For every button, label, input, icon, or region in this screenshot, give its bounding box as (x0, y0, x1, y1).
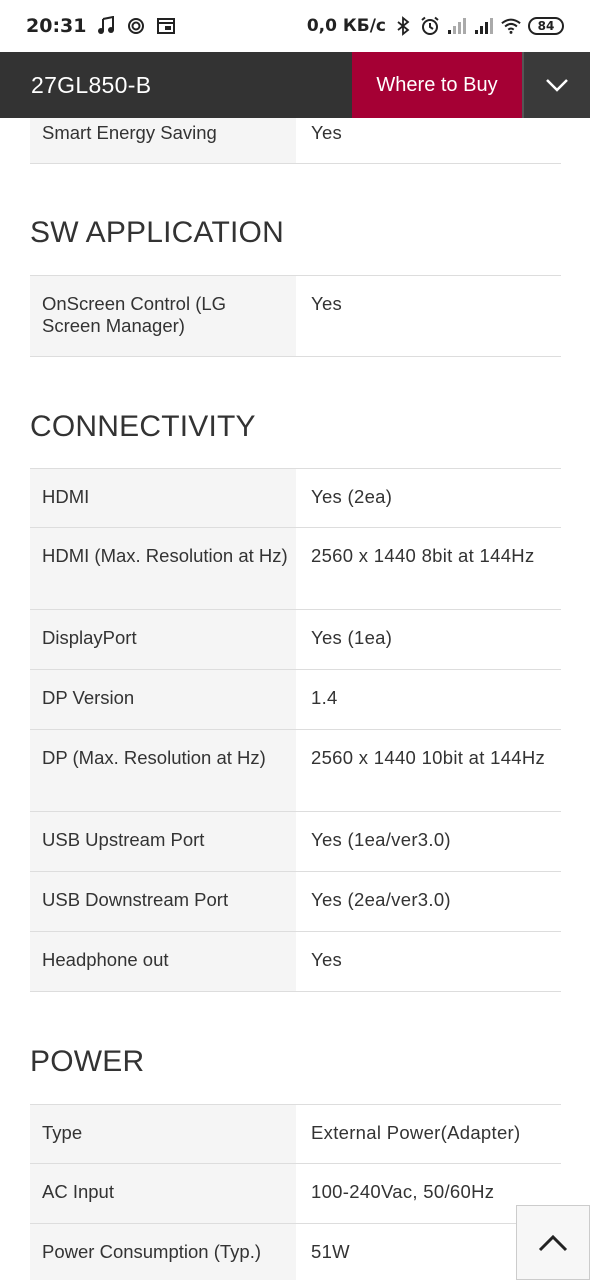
spec-content: Smart Energy Saving Yes SW APPLICATION O… (0, 118, 590, 1280)
spec-label: USB Downstream Port (30, 872, 296, 931)
expand-menu-button[interactable] (524, 52, 590, 118)
status-right: 0,0 КБ/с 84 (307, 16, 564, 36)
spec-label: Type (30, 1105, 296, 1163)
spec-label: DP (Max. Resolution at Hz) (30, 730, 296, 811)
notification-icon (157, 18, 176, 34)
table-row: DP (Max. Resolution at Hz) 2560 x 1440 1… (30, 730, 561, 812)
table-row: HDMI Yes (2ea) (30, 468, 561, 528)
spec-value: Yes (1ea/ver3.0) (311, 829, 451, 850)
spec-value: 2560 x 1440 10bit at 144Hz (311, 747, 546, 768)
net-speed: 0,0 КБ/с (306, 16, 386, 36)
spec-label: AC Input (30, 1164, 296, 1223)
spec-value: Yes (1ea) (311, 627, 393, 648)
table-row: Type External Power(Adapter) (30, 1104, 561, 1164)
product-header: 27GL850-B Where to Buy (0, 52, 590, 118)
table-row: HDMI (Max. Resolution at Hz) 2560 x 1440… (30, 528, 561, 610)
table-row: Headphone out Yes (30, 932, 561, 992)
section-title-connectivity: CONNECTIVITY (30, 410, 256, 443)
where-to-buy-button[interactable]: Where to Buy (352, 52, 522, 118)
status-time: 20:31 (26, 15, 87, 37)
table-row: OnScreen Control (LG Screen Manager) Yes (30, 275, 561, 357)
signal-icon (448, 18, 466, 34)
spec-value: Yes (2ea/ver3.0) (311, 889, 451, 910)
spec-value: Yes (311, 122, 343, 143)
music-icon (98, 16, 115, 34)
spec-table-connectivity: HDMI Yes (2ea) HDMI (Max. Resolution at … (30, 468, 561, 992)
wifi-icon (501, 18, 521, 34)
battery-icon: 84 (528, 17, 564, 35)
spec-label: Smart Energy Saving (30, 118, 296, 163)
spec-label: HDMI (30, 469, 296, 527)
chevron-up-icon (538, 1234, 568, 1251)
section-title-power: POWER (30, 1045, 145, 1078)
table-row: Power Consumption (Typ.) 51W (30, 1224, 561, 1280)
spec-label: DisplayPort (30, 610, 296, 669)
spec-table-power: Type External Power(Adapter) AC Input 10… (30, 1104, 561, 1280)
spec-value: Yes (311, 293, 343, 314)
spec-value: 1.4 (311, 687, 338, 708)
table-row: AC Input 100-240Vac, 50/60Hz (30, 1164, 561, 1224)
spec-value: External Power(Adapter) (311, 1122, 521, 1143)
alarm-icon (421, 16, 439, 35)
spec-label: DP Version (30, 670, 296, 729)
table-row: DP Version 1.4 (30, 670, 561, 730)
status-left: 20:31 (26, 15, 176, 37)
sync-icon (128, 18, 145, 34)
bluetooth-icon (397, 16, 410, 36)
spec-table-sw-application: OnScreen Control (LG Screen Manager) Yes (30, 275, 561, 357)
spec-table-partial: Smart Energy Saving Yes (30, 118, 561, 164)
spec-label: Power Consumption (Typ.) (30, 1224, 296, 1280)
spec-label: Headphone out (30, 932, 296, 991)
table-row: Smart Energy Saving Yes (30, 118, 561, 164)
spec-value: 2560 x 1440 8bit at 144Hz (311, 545, 535, 566)
table-row: USB Upstream Port Yes (1ea/ver3.0) (30, 812, 561, 872)
spec-value: Yes (2ea) (311, 486, 393, 507)
spec-label: OnScreen Control (LG Screen Manager) (30, 276, 296, 356)
product-title: 27GL850-B (31, 71, 152, 98)
section-title-sw-application: SW APPLICATION (30, 216, 284, 249)
table-row: DisplayPort Yes (1ea) (30, 610, 561, 670)
scroll-to-top-button[interactable] (516, 1205, 590, 1280)
signal-icon (475, 18, 493, 34)
spec-label: HDMI (Max. Resolution at Hz) (30, 528, 296, 609)
status-bar: 20:31 0,0 КБ/с 84 (0, 0, 590, 52)
spec-value: Yes (311, 949, 343, 970)
table-row: USB Downstream Port Yes (2ea/ver3.0) (30, 872, 561, 932)
chevron-down-icon (546, 79, 568, 92)
spec-label: USB Upstream Port (30, 812, 296, 871)
